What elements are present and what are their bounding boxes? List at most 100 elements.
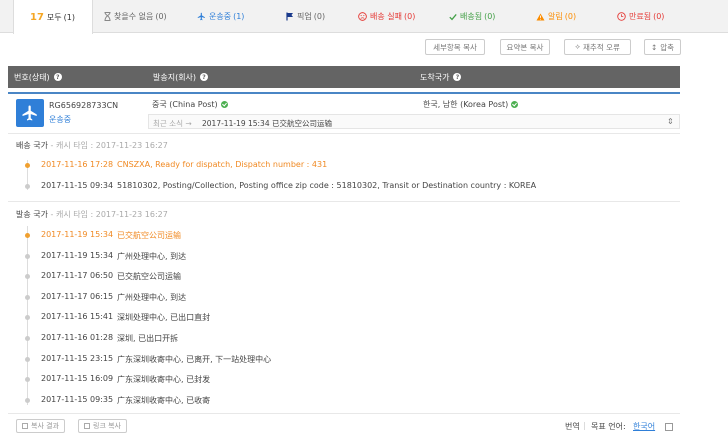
copy-result-label: 복사 결과: [31, 422, 59, 430]
event-description: 广东深圳收寄中心, 已收寄: [117, 395, 211, 405]
tab-all[interactable]: 17 모두 (1): [13, 0, 93, 34]
event-date: 2017-11-15 09:34: [41, 181, 114, 190]
tab-alert[interactable]: 알림 (0): [536, 0, 576, 33]
tab-label: 만료됨: [629, 12, 652, 21]
timeline-dot: [25, 397, 30, 403]
tab-count: (0): [564, 12, 577, 21]
table-header: 번호(상태) ? 발송지(회사) ? 도착국가 ?: [8, 66, 680, 88]
warning-icon: [536, 12, 545, 21]
retrack-button[interactable]: ⟡ 재추적 오류: [564, 39, 631, 55]
footer-separator: |: [583, 421, 586, 430]
timeline-dot: [25, 184, 30, 189]
divider: [8, 133, 680, 134]
row-accent-line: [8, 92, 680, 94]
tab-label: 알림: [548, 12, 563, 21]
compress-icon: ↕: [650, 42, 658, 52]
event-description: 广州处理中心, 到达: [117, 292, 187, 302]
timeline-dot: [25, 274, 30, 280]
event-description: 广州处理中心, 到达: [117, 251, 187, 261]
status-plane-icon: [16, 99, 44, 127]
copy-result-button[interactable]: 복사 결과: [16, 419, 65, 433]
destination-section-header: 배송 국가 - 캐시 타임 : 2017-11-23 16:27: [16, 140, 168, 151]
event-date: 2017-11-15 16:09: [41, 374, 114, 384]
tab-delivered[interactable]: 배송됨 (0): [449, 0, 495, 33]
tab-pickup[interactable]: 픽업 (0): [286, 0, 325, 33]
help-icon[interactable]: ?: [453, 73, 462, 81]
copy-summary-label: 요약본 복사: [506, 42, 544, 52]
tab-expired[interactable]: 만료됨 (0): [617, 0, 664, 33]
copy-summary-button[interactable]: 요약본 복사: [500, 39, 550, 55]
tab-count: (0): [653, 12, 665, 21]
tab-not-found[interactable]: 찾을수 없음 (0): [104, 0, 167, 33]
clock-icon: [617, 12, 626, 21]
tab-count: (0): [403, 12, 416, 21]
logo-17-icon: 17: [30, 11, 44, 23]
tab-label: 배송 실패: [370, 12, 402, 21]
event-description: 已交航空公司运输: [117, 272, 181, 282]
event-description: 51810302, Posting/Collection, Posting of…: [117, 181, 537, 190]
header-destination: 도착국가 ?: [420, 66, 462, 88]
tab-count: (1): [233, 12, 245, 21]
header-number-status-label: 번호(상태): [14, 72, 50, 82]
event-date: 2017-11-19 15:34: [41, 230, 114, 239]
translate-label: 번역: [565, 422, 580, 431]
destination-carrier[interactable]: 한국, 남한 (Korea Post): [423, 99, 519, 110]
tab-count: (1): [63, 12, 75, 22]
origin-carrier[interactable]: 중국 (China Post): [152, 99, 228, 110]
tab-label: 픽업: [297, 12, 312, 21]
status-tabs: 17 모두 (1) 찾을수 없음 (0) 운송중 (1) 픽업 (0) 배송 실…: [0, 0, 728, 34]
latest-event-label: 최근 소식 →: [153, 119, 192, 128]
timeline-dot: [25, 294, 30, 300]
verified-icon: [511, 101, 519, 108]
help-icon[interactable]: ?: [200, 73, 209, 81]
expand-toggle-icon[interactable]: ⇕: [667, 117, 674, 126]
target-language-link[interactable]: 한국어: [633, 421, 655, 432]
tab-label: 찾을수 없음: [114, 12, 154, 21]
tab-label: 운송중: [209, 12, 232, 21]
event-description: 深圳, 已出口开拆: [117, 334, 179, 343]
timeline-dot: [25, 233, 30, 238]
help-icon[interactable]: ?: [53, 73, 62, 81]
destination-section-title: 배송 국가: [16, 141, 48, 150]
copy-link-label: 링크 복사: [93, 422, 121, 430]
copy-link-button[interactable]: 링크 복사: [78, 419, 127, 433]
timeline-dot: [25, 253, 30, 259]
event-date: 2017-11-15 09:35: [41, 394, 114, 404]
timeline-dot: [25, 163, 30, 168]
origin-section-title: 발송 국가: [16, 210, 48, 219]
event-date: 2017-11-17 06:50: [41, 271, 114, 281]
tab-count: (0): [155, 12, 167, 21]
origin-cache-time: - 캐시 타임 : 2017-11-23 16:27: [50, 210, 168, 219]
latest-event-dropdown[interactable]: 최근 소식 → 2017-11-19 15:34 已交航空公司运输 ⇕: [148, 114, 680, 129]
translate-checkbox[interactable]: [665, 423, 673, 431]
event-description: 广东深圳收寄中心, 已离开, 下一站处理中心: [117, 354, 272, 364]
event-date: 2017-11-16 17:28: [41, 160, 114, 169]
latest-event-text: 2017-11-19 15:34 已交航空公司运输: [202, 119, 332, 128]
plane-icon: [197, 12, 206, 21]
tracking-number[interactable]: RG656928733CN: [49, 101, 118, 110]
tab-count: (0): [313, 12, 326, 21]
tab-in-transit[interactable]: 운송중 (1): [197, 0, 244, 33]
copy-detail-label: 세부항목 복사: [433, 42, 477, 52]
target-language-label: 목표 언어:: [591, 422, 626, 431]
event-date: 2017-11-17 06:15: [41, 291, 114, 301]
tab-label: 모두: [46, 12, 62, 22]
event-description: 已交航空公司运输: [117, 231, 181, 240]
timeline-dot: [25, 377, 30, 383]
compress-button[interactable]: ↕ 압축: [644, 39, 681, 55]
tab-label: 배송됨: [460, 12, 483, 21]
event-date: 2017-11-16 15:41: [41, 312, 114, 322]
timeline-dot: [25, 356, 30, 362]
event-description: CNSZXA, Ready for dispatch, Dispatch num…: [117, 160, 328, 169]
timeline-dot: [25, 315, 30, 321]
header-destination-label: 도착국가: [420, 72, 450, 82]
header-origin: 발송지(회사) ?: [153, 66, 209, 88]
timeline-dot: [25, 336, 30, 341]
retrack-icon: ⟡: [575, 42, 581, 51]
tab-delivery-failed[interactable]: 배송 실패 (0): [358, 0, 415, 33]
copy-detail-button[interactable]: 세부항목 복사: [425, 39, 485, 55]
shipment-status: 운송중: [49, 115, 72, 124]
destination-carrier-label: 한국, 남한 (Korea Post): [423, 100, 509, 109]
event-date: 2017-11-19 15:34: [41, 250, 114, 260]
header-number-status: 번호(상태) ?: [14, 66, 62, 88]
